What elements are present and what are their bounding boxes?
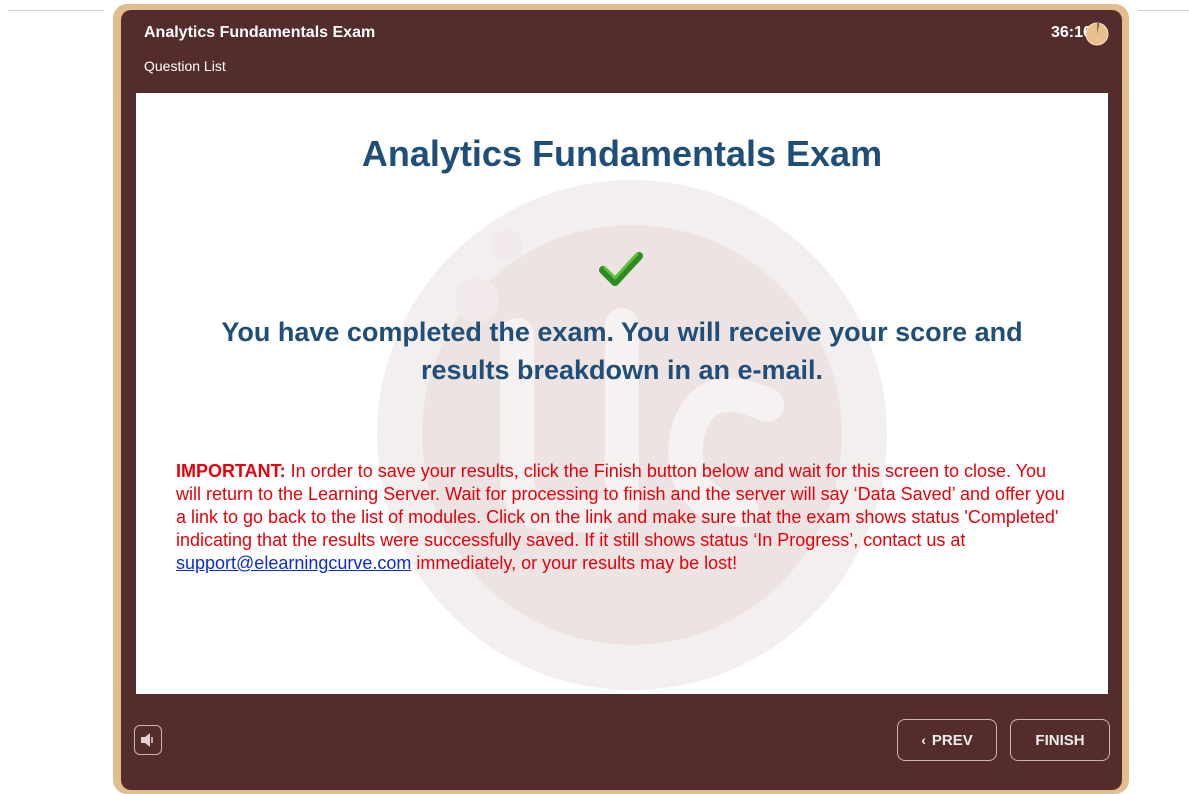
completion-message: You have completed the exam. You will re…	[221, 317, 1023, 385]
question-list-link[interactable]: Question List	[144, 58, 226, 74]
support-email-link[interactable]: support@elearningcurve.com	[176, 553, 411, 573]
important-text-end: immediately, or your results may be lost…	[416, 553, 738, 573]
speaker-icon	[141, 733, 153, 747]
finish-label: FINISH	[1035, 731, 1085, 749]
prev-label: PREV	[931, 731, 973, 749]
prev-button[interactable]: ‹ PREV	[897, 719, 997, 761]
important-notice: IMPORTANT: In order to save your results…	[176, 460, 1076, 575]
sound-toggle-button[interactable]	[134, 725, 162, 755]
page-divider-right	[1138, 10, 1189, 11]
slide-content: Analytics Fundamentals Exam You have com…	[136, 93, 1108, 694]
exam-title: Analytics Fundamentals Exam	[144, 24, 376, 41]
pie-clock-icon	[1085, 22, 1109, 46]
chevron-left-icon: ‹	[921, 732, 926, 748]
page-divider-left	[8, 10, 104, 11]
finish-button[interactable]: FINISH	[1010, 719, 1110, 761]
important-label: IMPORTANT:	[176, 461, 286, 481]
slide-title: Analytics Fundamentals Exam	[361, 133, 883, 174]
checkmark-icon	[599, 252, 643, 286]
important-text: In order to save your results, click the…	[176, 461, 1065, 550]
